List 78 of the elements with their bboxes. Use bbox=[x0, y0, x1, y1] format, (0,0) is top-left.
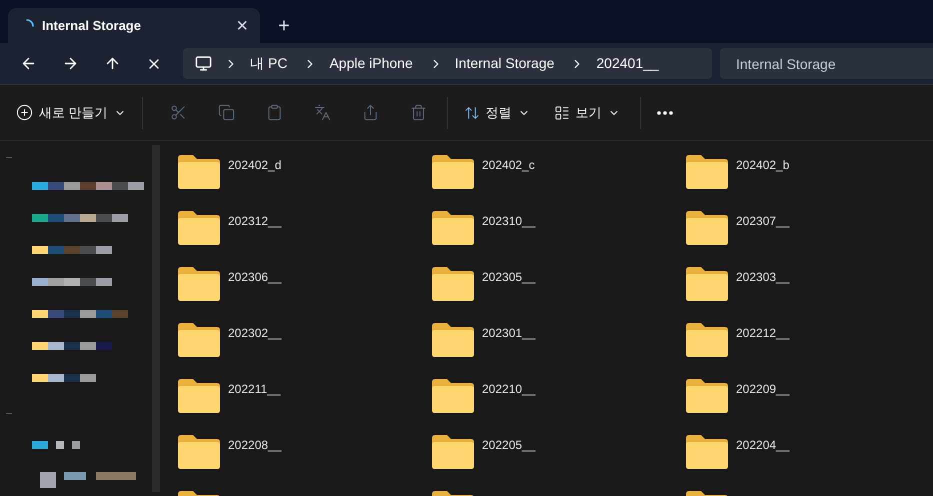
folder-item[interactable]: 202402_c bbox=[432, 155, 672, 195]
folder-icon bbox=[686, 267, 728, 301]
folder-icon bbox=[178, 379, 220, 413]
folder-item[interactable]: 202302__ bbox=[178, 323, 418, 363]
folder-item[interactable]: 202305__ bbox=[432, 267, 672, 307]
folder-item[interactable]: 202204__ bbox=[686, 435, 926, 475]
folder-name: 202204__ bbox=[736, 437, 790, 454]
folder-icon bbox=[178, 155, 220, 189]
view-button[interactable]: 보기 bbox=[542, 94, 632, 130]
folder-name: 202310__ bbox=[482, 213, 536, 230]
folder-name: 202303__ bbox=[736, 269, 790, 286]
folder-item[interactable]: 202402_d bbox=[178, 155, 418, 195]
folder-item[interactable]: 202310__ bbox=[432, 211, 672, 251]
folder-item[interactable]: 202303__ bbox=[686, 267, 926, 307]
folder-item[interactable]: 202210__ bbox=[432, 379, 672, 419]
folder-name: 202307__ bbox=[736, 213, 790, 230]
trash-icon bbox=[410, 104, 428, 121]
folder-name: 202306__ bbox=[228, 269, 282, 286]
folder-icon bbox=[432, 267, 474, 301]
more-icon bbox=[656, 110, 673, 114]
folder-item[interactable]: 202307__ bbox=[686, 211, 926, 251]
clipboard-icon bbox=[266, 104, 284, 121]
folder-name: 202312__ bbox=[228, 213, 282, 230]
folder-name: 202301__ bbox=[482, 325, 536, 342]
folder-icon bbox=[432, 323, 474, 357]
folder-name: 202305__ bbox=[482, 269, 536, 286]
scissors-icon bbox=[170, 104, 188, 121]
folder-name: 202402_c bbox=[482, 157, 535, 174]
list-view-icon bbox=[554, 104, 570, 120]
folder-icon bbox=[432, 379, 474, 413]
share-icon bbox=[362, 104, 380, 121]
search-field[interactable]: Internal Storage bbox=[720, 48, 933, 79]
sort-arrows-icon bbox=[464, 104, 480, 120]
breadcrumb-item[interactable]: 내 PC bbox=[250, 53, 288, 74]
folder-item[interactable]: 202212__ bbox=[686, 323, 926, 363]
folder-icon bbox=[432, 435, 474, 469]
folder-icon bbox=[686, 155, 728, 189]
breadcrumb-item[interactable]: 202401__ bbox=[596, 53, 659, 74]
folder-icon bbox=[178, 323, 220, 357]
new-tab-button[interactable]: + bbox=[268, 8, 300, 43]
folder-item[interactable]: 202312__ bbox=[178, 211, 418, 251]
copy-icon bbox=[218, 104, 236, 121]
folder-item[interactable]: 202209__ bbox=[686, 379, 926, 419]
address-bar[interactable]: 내 PC Apple iPhone Internal Storage 202401__ bbox=[183, 48, 712, 79]
folder-icon bbox=[686, 323, 728, 357]
folder-item[interactable]: 202306__ bbox=[178, 267, 418, 307]
folder-item[interactable]: 202402_b bbox=[686, 155, 926, 195]
folder-name: 202211__ bbox=[228, 381, 280, 398]
folder-name: 202402_b bbox=[736, 157, 790, 174]
folder-name: 202209__ bbox=[736, 381, 790, 398]
breadcrumb-item[interactable]: Internal Storage bbox=[454, 53, 554, 74]
folder-icon bbox=[432, 211, 474, 245]
folder-name: 202212__ bbox=[736, 325, 790, 342]
sort-button[interactable]: 정렬 bbox=[452, 94, 542, 130]
rename-icon bbox=[314, 104, 332, 121]
browser-tab[interactable]: Internal Storage × bbox=[8, 8, 260, 43]
folder-name: 202302__ bbox=[228, 325, 282, 342]
new-button[interactable]: 새로 만들기 bbox=[12, 94, 130, 130]
folder-item[interactable]: 202205__ bbox=[432, 435, 672, 475]
plus-circle-icon bbox=[16, 104, 33, 121]
folder-icon bbox=[686, 379, 728, 413]
folder-item[interactable]: 202211__ bbox=[178, 379, 418, 419]
folder-icon bbox=[686, 435, 728, 469]
computer-icon bbox=[195, 55, 212, 72]
breadcrumb-item[interactable]: Apple iPhone bbox=[329, 53, 413, 74]
close-tab-button[interactable]: × bbox=[236, 16, 248, 36]
folder-name: 202208__ bbox=[228, 437, 282, 454]
folder-name: 202402_d bbox=[228, 157, 282, 174]
folder-icon bbox=[178, 267, 220, 301]
folder-name: 202205__ bbox=[482, 437, 536, 454]
folder-icon bbox=[432, 155, 474, 189]
folder-icon bbox=[178, 211, 220, 245]
folder-icon bbox=[178, 435, 220, 469]
folder-item[interactable]: 202301__ bbox=[432, 323, 672, 363]
folder-item[interactable]: 202208__ bbox=[178, 435, 418, 475]
folder-icon bbox=[686, 211, 728, 245]
tab-title: Internal Storage bbox=[42, 16, 142, 35]
folder-name: 202210__ bbox=[482, 381, 536, 398]
